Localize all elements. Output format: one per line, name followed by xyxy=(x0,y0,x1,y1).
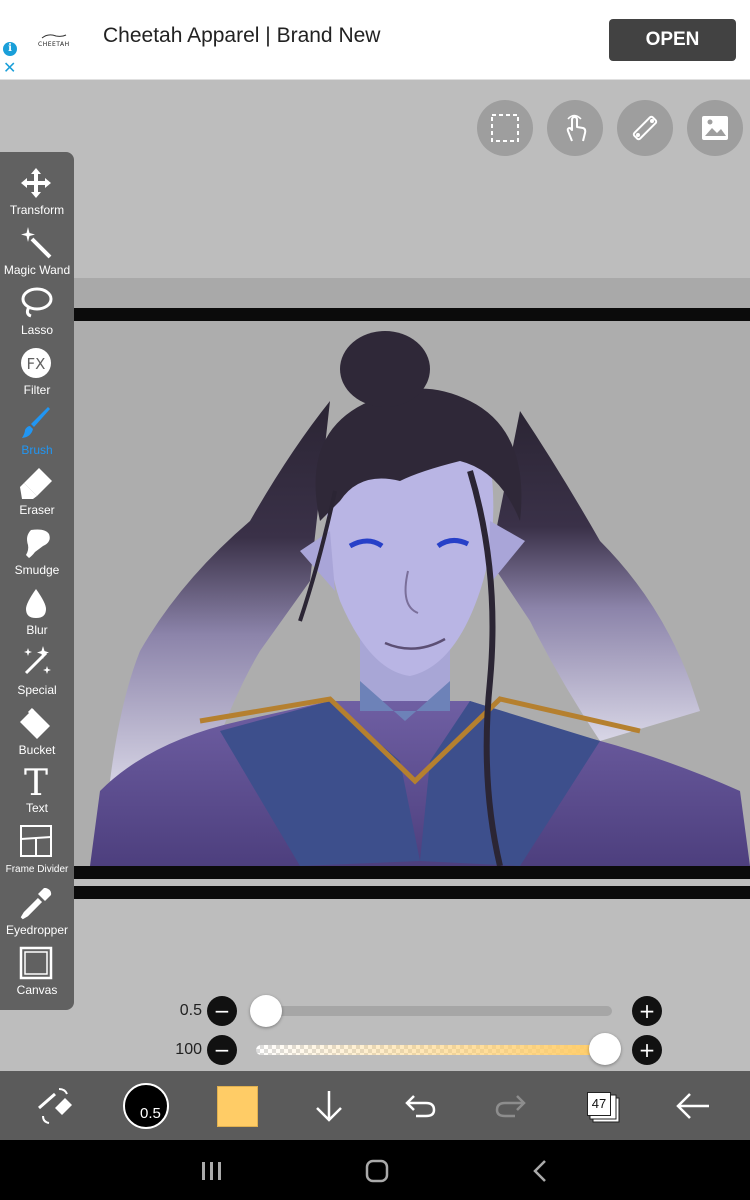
move-icon xyxy=(21,168,51,198)
tool-transform[interactable]: Transform xyxy=(0,166,74,226)
frame-border-top xyxy=(0,308,750,321)
tool-label: Filter xyxy=(23,383,51,397)
opacity-decrease-button[interactable]: − xyxy=(207,1035,237,1065)
opacity-slider-track[interactable] xyxy=(256,1045,606,1055)
close-icon[interactable]: ✕ xyxy=(3,60,16,76)
opacity-slider-thumb[interactable] xyxy=(589,1033,621,1065)
tool-smudge[interactable]: Smudge xyxy=(0,526,74,586)
opacity-slider-value: 100 xyxy=(175,1041,202,1058)
tool-label: Bucket xyxy=(18,743,56,757)
bottom-toolbar xyxy=(0,1071,750,1140)
tool-label: Frame Divider xyxy=(5,864,69,875)
redo-icon xyxy=(495,1095,526,1118)
app-root: i ✕ CHEETAH Cheetah Apparel | Brand New … xyxy=(0,0,750,1200)
tool-text[interactable]: T Text xyxy=(0,764,74,824)
image-button[interactable] xyxy=(687,100,743,156)
ad-title[interactable]: Cheetah Apparel | Brand New xyxy=(103,24,380,48)
tool-bucket[interactable]: Bucket xyxy=(0,706,74,766)
brush-icon xyxy=(22,407,50,438)
size-slider-value: 0.5 xyxy=(179,1002,202,1019)
undo-button[interactable] xyxy=(397,1083,443,1129)
ruler-button[interactable] xyxy=(617,100,673,156)
eyedropper-icon xyxy=(20,888,52,920)
touch-icon xyxy=(566,114,587,142)
tool-label: Magic Wand xyxy=(3,263,71,277)
tool-lasso[interactable]: Lasso xyxy=(0,286,74,346)
undo-icon xyxy=(405,1095,436,1118)
image-icon xyxy=(702,116,728,140)
tool-frame-divider[interactable]: Frame Divider xyxy=(0,824,74,884)
tool-label: Lasso xyxy=(20,323,54,337)
arrow-down-icon xyxy=(316,1091,342,1122)
ad-banner[interactable]: i ✕ CHEETAH Cheetah Apparel | Brand New … xyxy=(0,0,750,80)
smudge-icon xyxy=(26,529,50,558)
recent-apps-icon[interactable] xyxy=(200,1160,224,1182)
back-nav-icon[interactable] xyxy=(530,1159,550,1183)
ad-open-button[interactable]: OPEN xyxy=(609,19,736,61)
canvas-margin xyxy=(0,278,750,308)
drop-icon xyxy=(26,589,46,618)
tool-label: Blur xyxy=(26,623,48,637)
magic-wand-icon xyxy=(21,227,52,259)
eraser-icon xyxy=(20,468,52,499)
download-button[interactable] xyxy=(306,1083,352,1129)
size-increase-button[interactable]: + xyxy=(632,996,662,1026)
info-icon[interactable]: i xyxy=(3,42,17,56)
text-icon: T xyxy=(24,764,48,798)
frame-divider-icon xyxy=(20,825,52,857)
brush-eraser-swap-icon xyxy=(38,1088,72,1124)
system-nav-bar xyxy=(0,1140,750,1200)
tool-canvas[interactable]: Canvas xyxy=(0,946,74,1006)
tool-eraser[interactable]: Eraser xyxy=(0,466,74,526)
layers-button[interactable]: 47 xyxy=(587,1092,611,1116)
lasso-icon xyxy=(21,287,53,318)
tool-filter[interactable]: FX Filter xyxy=(0,346,74,406)
frame-border-bottom xyxy=(0,866,750,879)
fx-icon: FX xyxy=(21,348,51,378)
tool-label: Brush xyxy=(21,443,53,457)
tool-label: Smudge xyxy=(14,563,60,577)
opacity-increase-button[interactable]: + xyxy=(632,1035,662,1065)
ruler-icon xyxy=(632,115,658,141)
back-button[interactable] xyxy=(670,1083,716,1129)
size-slider-track[interactable] xyxy=(266,1006,612,1016)
tool-eyedropper[interactable]: Eyedropper xyxy=(0,886,74,946)
sparkle-icon xyxy=(24,646,51,675)
tool-label: Transform xyxy=(9,203,65,217)
frame-border-next xyxy=(0,886,750,899)
selection-button[interactable] xyxy=(477,100,533,156)
artwork-canvas[interactable] xyxy=(0,321,750,866)
tool-sidebar: Transform Magic Wand Lasso FX Filter Bru… xyxy=(0,152,74,1010)
tool-special[interactable]: Special xyxy=(0,646,74,706)
tool-blur[interactable]: Blur xyxy=(0,586,74,646)
tool-magic-wand[interactable]: Magic Wand xyxy=(0,226,74,286)
canvas-icon xyxy=(19,946,53,980)
brush-size-value: 0.5 xyxy=(140,1105,161,1122)
tool-label: Canvas xyxy=(16,983,58,997)
svg-text:FX: FX xyxy=(27,355,46,373)
arrow-left-icon xyxy=(676,1093,709,1119)
tool-brush[interactable]: Brush xyxy=(0,406,74,466)
tool-label: Special xyxy=(17,683,57,697)
tool-label: Eyedropper xyxy=(5,923,69,937)
brand-logo-text: CHEETAH xyxy=(38,41,70,48)
color-swatch[interactable] xyxy=(217,1086,258,1127)
bucket-icon xyxy=(20,707,50,739)
touch-button[interactable] xyxy=(547,100,603,156)
swap-tool-button[interactable] xyxy=(32,1083,78,1129)
size-decrease-button[interactable]: − xyxy=(207,996,237,1026)
home-icon[interactable] xyxy=(364,1159,390,1183)
artwork-illustration xyxy=(90,331,750,866)
size-slider-thumb[interactable] xyxy=(250,995,282,1027)
selection-icon xyxy=(491,114,519,142)
tool-label: Text xyxy=(25,801,48,815)
redo-button[interactable] xyxy=(488,1083,534,1129)
svg-text:T: T xyxy=(24,764,48,798)
tool-label: Eraser xyxy=(19,503,55,517)
